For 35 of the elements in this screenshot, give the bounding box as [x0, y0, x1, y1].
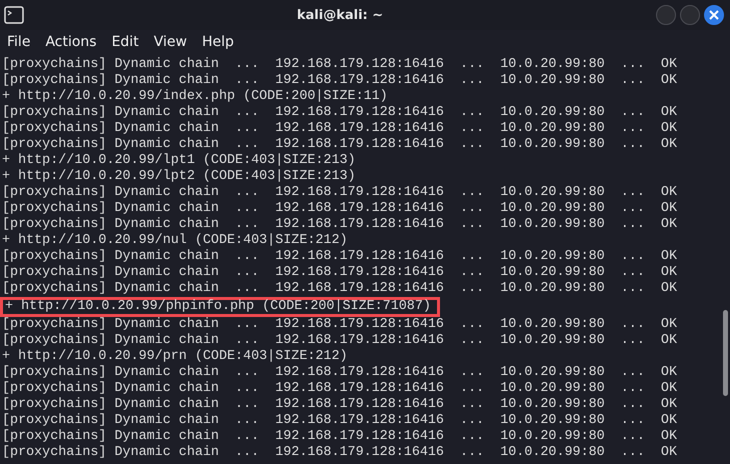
output-line: + http://10.0.20.99/prn (CODE:403|SIZE:212) — [2, 349, 348, 365]
output-line: [proxychains] Dynamic chain ... 192.168.179.128:16416 ... 10.0.20.99:80 ... OK — [2, 249, 677, 265]
close-button[interactable] — [704, 5, 724, 25]
output-line: + http://10.0.20.99/nul (CODE:403|SIZE:212) — [2, 233, 348, 249]
output-line: + http://10.0.20.99/lpt1 (CODE:403|SIZE:213) — [2, 153, 356, 169]
output-line: [proxychains] Dynamic chain ... 192.168.179.128:16416 ... 10.0.20.99:80 ... OK — [2, 365, 677, 381]
output-line: [proxychains] Dynamic chain ... 192.168.179.128:16416 ... 10.0.20.99:80 ... OK — [2, 137, 677, 153]
output-line: [proxychains] Dynamic chain ... 192.168.179.128:16416 ... 10.0.20.99:80 ... OK — [2, 397, 677, 413]
menu-item[interactable]: Help — [194, 34, 242, 56]
window-title: kali@kali: ~ — [296, 8, 384, 22]
output-line: [proxychains] Dynamic chain ... 192.168.179.128:16416 ... 10.0.20.99:80 ... OK — [2, 445, 677, 461]
output-line: [proxychains] Dynamic chain ... 192.168.179.128:16416 ... 10.0.20.99:80 ... OK — [2, 381, 677, 397]
output-line: [proxychains] Dynamic chain ... 192.168.179.128:16416 ... 10.0.20.99:80 ... OK — [2, 413, 677, 429]
output-line: [proxychains] Dynamic chain ... 192.168.179.128:16416 ... 10.0.20.99:80 ... OK — [2, 73, 677, 89]
output-line: [proxychains] Dynamic chain ... 192.168.179.128:16416 ... 10.0.20.99:80 ... OK — [2, 333, 677, 349]
menu-item[interactable]: View — [146, 34, 195, 56]
output-line: [proxychains] Dynamic chain ... 192.168.179.128:16416 ... 10.0.20.99:80 ... OK — [2, 317, 677, 333]
menu-item[interactable]: Actions — [38, 34, 105, 56]
output-line: + http://10.0.20.99/lpt2 (CODE:403|SIZE:213) — [2, 169, 356, 185]
minimize-button[interactable] — [656, 5, 676, 25]
menu-item[interactable]: File — [0, 34, 38, 56]
output-line: [proxychains] Dynamic chain ... 192.168.179.128:16416 ... 10.0.20.99:80 ... OK — [2, 121, 677, 137]
menu-item[interactable]: Edit — [104, 34, 147, 56]
output-line: [proxychains] Dynamic chain ... 192.168.179.128:16416 ... 10.0.20.99:80 ... OK — [2, 57, 677, 73]
output-line: [proxychains] Dynamic chain ... 192.168.179.128:16416 ... 10.0.20.99:80 ... OK — [2, 201, 677, 217]
output-line: [proxychains] Dynamic chain ... 192.168.179.128:16416 ... 10.0.20.99:80 ... OK — [2, 185, 677, 201]
scrollbar[interactable] — [723, 310, 728, 396]
output-line: [proxychains] Dynamic chain ... 192.168.179.128:16416 ... 10.0.20.99:80 ... OK — [2, 429, 677, 445]
terminal-icon — [4, 6, 24, 24]
output-line: [proxychains] Dynamic chain ... 192.168.179.128:16416 ... 10.0.20.99:80 ... OK — [2, 281, 677, 297]
output-line: [proxychains] Dynamic chain ... 192.168.179.128:16416 ... 10.0.20.99:80 ... OK — [2, 217, 677, 233]
output-line: + http://10.0.20.99/index.php (CODE:200|SIZE:11) — [2, 89, 388, 105]
output-line: [proxychains] Dynamic chain ... 192.168.179.128:16416 ... 10.0.20.99:80 ... OK — [2, 265, 677, 281]
output-line: [proxychains] Dynamic chain ... 192.168.179.128:16416 ... 10.0.20.99:80 ... OK — [2, 105, 677, 121]
close-icon — [709, 10, 719, 20]
